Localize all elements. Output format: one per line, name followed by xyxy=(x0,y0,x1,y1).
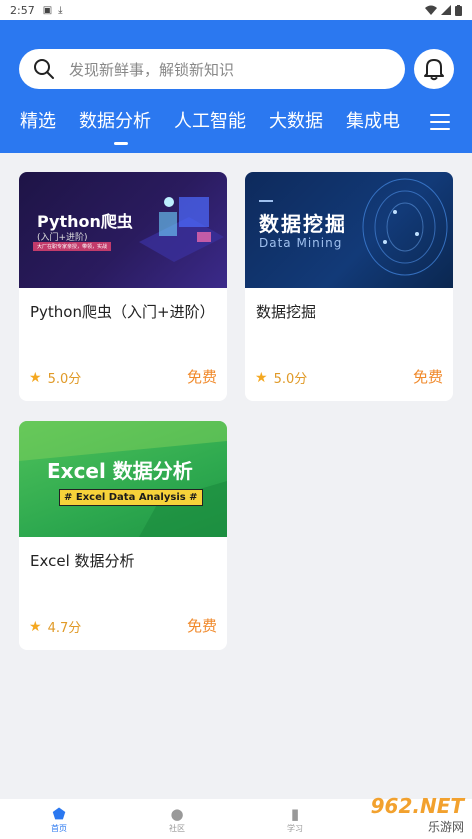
planet-icon: ● xyxy=(170,804,184,823)
book-icon: ▮ xyxy=(290,804,300,823)
notification-button[interactable] xyxy=(414,49,454,89)
course-thumbnail: Python爬虫 (入门+进阶) 大厂在职专家亲授，带领，实战 xyxy=(19,172,227,288)
thumb-title: Python爬虫 xyxy=(37,212,133,231)
course-rating: ★ 4.7分 xyxy=(29,617,82,637)
thumb-subtitle: Data Mining xyxy=(259,236,343,250)
nav-label: 首页 xyxy=(51,823,67,833)
course-price: 免费 xyxy=(412,368,443,386)
category-tabs: 精选 数据分析 人工智能 大数据 集成电 xyxy=(20,108,432,136)
course-rating: ★ 5.0分 xyxy=(29,368,82,388)
status-bar: 2:57 ▣ ⤓ xyxy=(0,0,472,20)
watermark-text: 962.NET xyxy=(370,794,464,818)
decorative-dash xyxy=(259,200,273,202)
tab-integrated-circuit[interactable]: 集成电 xyxy=(346,108,400,136)
course-thumbnail: Excel 数据分析 # Excel Data Analysis # xyxy=(19,421,227,537)
tab-big-data[interactable]: 大数据 xyxy=(269,108,323,136)
course-thumbnail: 数据挖掘 Data Mining xyxy=(245,172,453,288)
active-tab-indicator xyxy=(114,142,128,145)
bell-icon xyxy=(424,59,444,81)
search-input[interactable]: 发现新鲜事，解锁新知识 xyxy=(19,49,405,89)
course-rating: ★ 5.0分 xyxy=(255,368,308,388)
tab-featured[interactable]: 精选 xyxy=(20,108,56,136)
nav-community[interactable]: ● 社区 xyxy=(118,799,236,839)
course-price: 免费 xyxy=(186,368,217,386)
header: 发现新鲜事，解锁新知识 精选 数据分析 人工智能 大数据 集成电 xyxy=(0,20,472,153)
nav-home[interactable]: ⬟ 首页 xyxy=(0,799,118,839)
nav-label: 社区 xyxy=(169,823,185,833)
a-icon: ▣ xyxy=(42,4,53,16)
course-card-python[interactable]: Python爬虫 (入门+进阶) 大厂在职专家亲授，带领，实战 Python爬虫… xyxy=(19,172,227,401)
course-title: Python爬虫（入门+进阶） xyxy=(30,303,215,321)
tab-data-analysis[interactable]: 数据分析 xyxy=(79,108,151,136)
nav-label: 学习 xyxy=(287,823,303,833)
menu-button[interactable] xyxy=(430,112,450,132)
signal-icon xyxy=(441,5,451,15)
search-icon xyxy=(34,59,54,79)
search-placeholder: 发现新鲜事，解锁新知识 xyxy=(69,60,235,79)
status-icons xyxy=(425,4,462,16)
star-icon: ★ xyxy=(29,369,42,386)
star-icon: ★ xyxy=(255,369,268,386)
thumb-title: 数据挖掘 xyxy=(259,212,347,236)
thumb-tagline: 大厂在职专家亲授，带领，实战 xyxy=(33,242,112,251)
watermark-logo: 962.NET 乐游网 xyxy=(336,790,472,839)
tab-ai[interactable]: 人工智能 xyxy=(174,108,246,136)
menu-icon xyxy=(430,114,450,116)
rating-value: 4.7分 xyxy=(47,621,82,636)
battery-icon xyxy=(455,4,462,16)
thumb-title: Excel 数据分析 xyxy=(47,459,193,483)
course-price: 免费 xyxy=(186,617,217,635)
watermark-subtext: 乐游网 xyxy=(427,820,464,834)
course-card-excel[interactable]: Excel 数据分析 # Excel Data Analysis # Excel… xyxy=(19,421,227,650)
download-icon: ⤓ xyxy=(58,4,63,16)
rating-value: 5.0分 xyxy=(47,372,82,387)
wifi-icon xyxy=(425,5,437,15)
rating-value: 5.0分 xyxy=(273,372,308,387)
course-card-data-mining[interactable]: 数据挖掘 Data Mining 数据挖掘 ★ 5.0分 免费 xyxy=(245,172,453,401)
star-icon: ★ xyxy=(29,618,42,635)
home-icon: ⬟ xyxy=(52,804,66,823)
thumb-subtitle: # Excel Data Analysis # xyxy=(59,489,203,506)
status-time: 2:57 xyxy=(10,3,35,17)
course-title: 数据挖掘 xyxy=(256,303,317,321)
course-title: Excel 数据分析 xyxy=(30,552,135,570)
